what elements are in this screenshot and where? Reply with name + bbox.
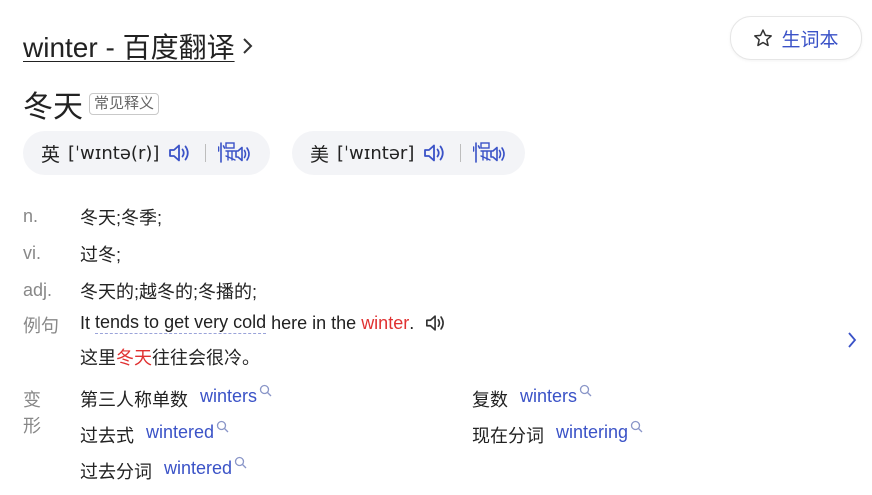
slow-speaker-icon[interactable]	[473, 140, 507, 166]
word-form-label: 复数	[472, 390, 508, 410]
example-chinese: 这里冬天往往会很冷。	[80, 344, 260, 370]
example-keyword: 冬天	[116, 348, 152, 368]
example-phrase-link[interactable]: tends to get very cold	[95, 312, 267, 334]
word-form-link[interactable]: wintered	[164, 458, 232, 479]
word-form-label: 过去分词	[80, 462, 152, 482]
vocabulary-book-button[interactable]: 生词本	[730, 16, 862, 60]
definition-row: n. 冬天;冬季;	[23, 198, 257, 235]
part-of-speech: n.	[23, 206, 39, 226]
next-example-chevron-icon[interactable]	[846, 330, 858, 350]
example-text: 往往会很冷。	[152, 348, 260, 368]
example-label: 例句	[23, 316, 59, 336]
title-row[interactable]: winter - 百度翻译	[23, 26, 255, 66]
example-text: .	[409, 312, 415, 333]
word-form-item: 过去式 wintered	[80, 420, 229, 448]
example-keyword: winter	[361, 312, 410, 333]
magnifier-icon[interactable]	[216, 420, 229, 433]
word-form-link[interactable]: wintered	[146, 422, 214, 443]
divider	[460, 144, 462, 162]
pronunciation-uk: 英 [ˈwɪntə(r)]	[23, 131, 271, 175]
part-of-speech: vi.	[23, 243, 41, 263]
magnifier-icon[interactable]	[630, 420, 643, 433]
example-text: here in the	[266, 312, 362, 333]
slow-speaker-icon[interactable]	[218, 140, 252, 166]
word-form-item: 现在分词 wintering	[472, 420, 643, 448]
word-form-item: 第三人称单数 winters	[80, 384, 272, 412]
definition-row: vi. 过冬;	[23, 235, 257, 272]
common-meaning-tag: 常见释义	[89, 93, 160, 115]
part-of-speech: adj.	[23, 280, 53, 300]
speaker-icon[interactable]	[422, 141, 448, 165]
example-english: It tends to get very cold here in the wi…	[80, 312, 448, 334]
definition-text: 冬天;冬季;	[80, 207, 163, 228]
vocabulary-book-label: 生词本	[781, 29, 839, 51]
speaker-icon[interactable]	[167, 141, 193, 165]
region-label: 英	[41, 144, 61, 166]
word-form-item: 过去分词 wintered	[80, 456, 247, 484]
pronunciation-us: 美 [ˈwɪntər]	[292, 131, 526, 175]
magnifier-icon[interactable]	[259, 384, 272, 397]
definitions-list: n. 冬天;冬季; vi. 过冬; adj. 冬天的;越冬的;冬播的;	[23, 198, 257, 309]
headword: 冬天	[23, 91, 83, 124]
word-form-label: 现在分词	[472, 426, 544, 446]
word-form-label: 过去式	[80, 426, 134, 446]
example-text: It	[80, 312, 96, 333]
magnifier-icon[interactable]	[579, 384, 592, 397]
word-form-link[interactable]: wintering	[556, 422, 628, 443]
definition-row: adj. 冬天的;越冬的;冬播的;	[23, 272, 257, 309]
example-text: 这里	[80, 348, 116, 368]
definition-text: 过冬;	[80, 244, 122, 265]
phonetic: [ˈwɪntər]	[337, 142, 415, 164]
chevron-right-icon	[242, 38, 252, 54]
word-forms-label: 变形	[23, 390, 41, 436]
region-label: 美	[310, 144, 330, 166]
magnifier-icon[interactable]	[234, 456, 247, 469]
word-form-link[interactable]: winters	[200, 386, 257, 407]
star-icon	[754, 29, 773, 47]
page-title-link[interactable]: winter - 百度翻译	[23, 26, 235, 66]
speaker-icon[interactable]	[424, 312, 448, 334]
divider	[205, 144, 207, 162]
word-row: 冬天 常见释义	[23, 82, 160, 126]
word-form-label: 第三人称单数	[80, 390, 188, 410]
word-form-link[interactable]: winters	[520, 386, 577, 407]
definition-text: 冬天的;越冬的;冬播的;	[80, 281, 258, 302]
phonetic: [ˈwɪntə(r)]	[68, 142, 160, 164]
word-form-item: 复数 winters	[472, 384, 592, 412]
